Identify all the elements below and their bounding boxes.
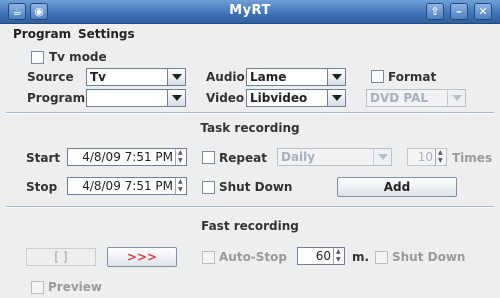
chevron-down-icon[interactable] — [327, 69, 345, 85]
program-label: Program — [27, 91, 86, 105]
title-bar: ☕ ◉ MyRT ⇧ – ✕ — [0, 0, 500, 24]
chevron-down-icon[interactable] — [327, 90, 345, 106]
format-combo[interactable]: DVD PAL — [366, 89, 466, 107]
fast-recording-title: Fast recording — [201, 219, 299, 233]
program-combo[interactable] — [86, 89, 186, 107]
chevron-down-icon[interactable] — [167, 90, 185, 106]
autostop-checkbox[interactable] — [202, 251, 215, 264]
fast-shutdown-label: Shut Down — [392, 250, 466, 264]
stop-datetime-value: 4/8/09 7:51 PM — [82, 179, 173, 193]
format-value: DVD PAL — [370, 91, 429, 105]
audio-value: Lame — [250, 70, 287, 84]
format-label: Format — [388, 70, 437, 84]
separator — [6, 112, 494, 114]
tv-mode-label: Tv mode — [49, 50, 107, 64]
menu-settings[interactable]: Settings — [78, 27, 135, 41]
main-panel: Tv mode Source Tv Program Audio Lame Vid… — [4, 45, 496, 298]
task-shutdown-checkbox[interactable] — [202, 181, 215, 194]
chevron-down-icon[interactable] — [167, 69, 185, 85]
video-combo[interactable]: Libvideo — [246, 89, 346, 107]
window-title: MyRT — [229, 3, 271, 18]
spinner-arrows-icon[interactable]: ▲ ▼ — [333, 248, 344, 264]
times-spinner[interactable]: 10 ▲ ▼ — [407, 148, 447, 166]
start-datetime-spinner[interactable]: 4/8/09 7:51 PM ▲ ▼ — [67, 148, 187, 166]
minimize-icon[interactable]: – — [450, 3, 468, 20]
minutes-value: 60 — [315, 249, 331, 263]
add-button[interactable]: Add — [337, 177, 457, 197]
preview-checkbox[interactable] — [31, 281, 44, 294]
audio-label: Audio — [206, 70, 245, 84]
source-combo[interactable]: Tv — [86, 68, 186, 86]
repeat-checkbox[interactable] — [202, 151, 215, 164]
separator — [6, 206, 494, 208]
fast-shutdown-checkbox[interactable] — [375, 251, 388, 264]
audio-combo[interactable]: Lame — [246, 68, 346, 86]
menu-bar: Program Settings — [0, 24, 500, 45]
source-value: Tv — [90, 70, 107, 84]
repeat-combo[interactable]: Daily — [277, 148, 392, 166]
repeat-label: Repeat — [219, 151, 267, 165]
spinner-arrows-icon[interactable]: ▲ ▼ — [175, 178, 186, 194]
start-datetime-value: 4/8/09 7:51 PM — [82, 150, 173, 164]
start-label: Start — [26, 151, 61, 165]
close-icon[interactable]: ✕ — [474, 3, 492, 20]
times-value: 10 — [417, 150, 433, 164]
chevron-down-icon[interactable] — [373, 149, 391, 165]
chevron-down-icon[interactable] — [447, 90, 465, 106]
recording-timer-field: [ ] — [26, 248, 96, 266]
video-label: Video — [206, 91, 245, 105]
autostop-label: Auto-Stop — [219, 250, 288, 264]
task-recording-title: Task recording — [200, 121, 300, 135]
tv-mode-checkbox[interactable] — [31, 51, 44, 64]
video-value: Libvideo — [250, 91, 308, 105]
menu-program[interactable]: Program — [13, 27, 71, 41]
spinner-arrows-icon[interactable]: ▲ ▼ — [175, 149, 186, 165]
times-label: Times — [452, 151, 493, 165]
source-label: Source — [27, 70, 74, 84]
maximize-icon[interactable]: ⇧ — [426, 3, 444, 20]
preview-label: Preview — [48, 280, 103, 294]
minutes-unit-label: m. — [352, 250, 370, 264]
repeat-value: Daily — [281, 150, 316, 164]
task-shutdown-label: Shut Down — [219, 180, 293, 194]
format-checkbox[interactable] — [371, 70, 384, 83]
stop-label: Stop — [26, 180, 58, 194]
start-fast-recording-button[interactable]: >>> — [107, 247, 177, 267]
stop-datetime-spinner[interactable]: 4/8/09 7:51 PM ▲ ▼ — [67, 177, 187, 195]
spinner-arrows-icon[interactable]: ▲ ▼ — [435, 149, 446, 165]
minutes-spinner[interactable]: 60 ▲ ▼ — [297, 247, 345, 265]
